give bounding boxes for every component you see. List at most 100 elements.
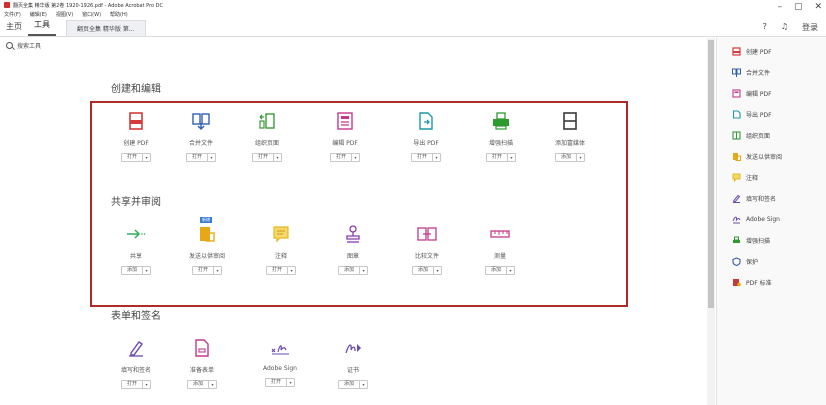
chevron-down-icon[interactable]: ▾ — [352, 154, 359, 161]
open-button[interactable]: 打开 ▾ — [329, 153, 360, 162]
panel-item-create-pdf[interactable]: 创建 PDF — [732, 46, 772, 56]
tool-label: 注释 — [274, 253, 287, 260]
chevron-down-icon[interactable]: ▾ — [143, 267, 150, 274]
add-button-label[interactable]: 添加 — [556, 154, 577, 161]
add-button[interactable]: 添加 ▾ — [337, 266, 368, 275]
open-button-label[interactable]: 打开 — [266, 379, 287, 386]
chevron-down-icon[interactable]: ▾ — [209, 381, 216, 388]
panel-item-protect[interactable]: 保护 — [732, 256, 758, 266]
add-button-label[interactable]: 添加 — [122, 267, 143, 274]
menu-window[interactable]: 窗口(W) — [82, 11, 101, 18]
panel-item-pdf-standards[interactable]: PDF 标准 — [732, 277, 772, 287]
tool-send-review[interactable]: 新增 发送以供审阅 打开 ▾ — [177, 217, 237, 275]
tool-search[interactable]: 搜索工具 — [6, 41, 41, 50]
tab-home[interactable]: 主页 — [0, 21, 28, 36]
open-button-label[interactable]: 打开 — [187, 154, 208, 161]
tool-prepare-form[interactable]: 准备表单 添加 ▾ — [172, 337, 232, 389]
menu-edit[interactable]: 编辑(E) — [30, 11, 47, 18]
tool-measure[interactable]: 测量 添加 ▾ — [470, 223, 530, 275]
chevron-down-icon[interactable]: ▾ — [288, 267, 295, 274]
add-button-label[interactable]: 添加 — [339, 381, 360, 388]
add-button[interactable]: 添加 ▾ — [337, 380, 368, 389]
tool-certificates[interactable]: 证书 添加 ▾ — [323, 337, 383, 389]
panel-item-comment[interactable]: 注释 — [732, 172, 758, 182]
chevron-down-icon[interactable]: ▾ — [287, 379, 294, 386]
tab-tools[interactable]: 工具 — [28, 19, 56, 36]
menu-file[interactable]: 文件(F) — [4, 11, 21, 18]
notification-icon[interactable]: ♫ — [781, 22, 788, 33]
open-button-label[interactable]: 打开 — [267, 267, 288, 274]
open-button[interactable]: 打开 ▾ — [485, 153, 516, 162]
tool-label: 共享 — [129, 253, 142, 260]
chevron-down-icon[interactable]: ▾ — [143, 381, 150, 388]
panel-item-adobe-sign[interactable]: Adobe Sign — [732, 214, 780, 224]
chevron-down-icon[interactable]: ▾ — [208, 154, 215, 161]
tool-create-pdf[interactable]: 创建 PDF 打开 ▾ — [106, 110, 166, 162]
panel-item-edit-pdf[interactable]: 编辑 PDF — [732, 88, 772, 98]
chevron-down-icon[interactable]: ▾ — [360, 267, 367, 274]
chevron-down-icon[interactable]: ▾ — [360, 381, 367, 388]
add-button[interactable]: 添加 ▾ — [186, 380, 217, 389]
panel-item-label: 合并文件 — [746, 69, 771, 77]
add-button-label[interactable]: 添加 — [486, 267, 507, 274]
open-button[interactable]: 打开 ▾ — [264, 378, 295, 387]
open-button-label[interactable]: 打开 — [331, 154, 352, 161]
vertical-scrollbar[interactable] — [707, 38, 715, 405]
panel-item-combine-files[interactable]: 合并文件 — [732, 67, 770, 77]
open-button[interactable]: 打开 ▾ — [191, 266, 222, 275]
add-button[interactable]: 添加 ▾ — [554, 153, 585, 162]
tab-document[interactable]: 翻页全集 精华版 第... — [66, 20, 146, 36]
tool-share[interactable]: 共享 添加 ▾ — [106, 223, 166, 275]
add-button-label[interactable]: 添加 — [339, 267, 360, 274]
chevron-down-icon[interactable]: ▾ — [274, 154, 281, 161]
panel-item-label: 导出 PDF — [746, 111, 772, 119]
tool-export-pdf[interactable]: 导出 PDF 打开 ▾ — [396, 110, 456, 162]
open-button[interactable]: 打开 ▾ — [120, 153, 151, 162]
tool-adobe-sign[interactable]: Adobe Sign 打开 ▾ — [250, 337, 310, 387]
tool-enhance-scans[interactable]: 增强扫描 打开 ▾ — [471, 110, 531, 162]
tool-comment[interactable]: 注释 打开 ▾ — [251, 223, 311, 275]
open-button-label[interactable]: 打开 — [193, 267, 214, 274]
open-button[interactable]: 打开 ▾ — [251, 153, 282, 162]
tool-rich-media[interactable]: 添加富媒体 添加 ▾ — [540, 110, 600, 162]
add-button[interactable]: 添加 ▾ — [120, 266, 151, 275]
open-button[interactable]: 打开 ▾ — [185, 153, 216, 162]
tool-compare-files[interactable]: 比较文件 添加 ▾ — [397, 223, 457, 275]
panel-item-export-pdf[interactable]: 导出 PDF — [732, 109, 772, 119]
open-button-label[interactable]: 打开 — [412, 154, 433, 161]
add-button[interactable]: 添加 ▾ — [484, 266, 515, 275]
signin-link[interactable]: 登录 — [802, 22, 818, 33]
help-icon[interactable]: ? — [763, 22, 767, 33]
tool-label: 图章 — [346, 253, 359, 260]
tool-label: 创建 PDF — [123, 140, 149, 147]
menu-help[interactable]: 帮助(H) — [110, 11, 128, 18]
menu-view[interactable]: 视图(V) — [56, 11, 73, 18]
tool-organize-pages[interactable]: 组织页面 打开 ▾ — [237, 110, 297, 162]
open-button[interactable]: 打开 ▾ — [265, 266, 296, 275]
chevron-down-icon[interactable]: ▾ — [434, 267, 441, 274]
add-button[interactable]: 添加 ▾ — [411, 266, 442, 275]
panel-item-send-review[interactable]: 发送以供审阅 — [732, 151, 782, 161]
chevron-down-icon[interactable]: ▾ — [214, 267, 221, 274]
panel-item-fill-sign[interactable]: 填写和签名 — [732, 193, 776, 203]
open-button-label[interactable]: 打开 — [122, 381, 143, 388]
chevron-down-icon[interactable]: ▾ — [507, 267, 514, 274]
chevron-down-icon[interactable]: ▾ — [577, 154, 584, 161]
add-button-label[interactable]: 添加 — [188, 381, 209, 388]
open-button-label[interactable]: 打开 — [487, 154, 508, 161]
tool-edit-pdf[interactable]: 编辑 PDF 打开 ▾ — [315, 110, 375, 162]
open-button[interactable]: 打开 ▾ — [410, 153, 441, 162]
scrollbar-thumb[interactable] — [708, 40, 714, 308]
chevron-down-icon[interactable]: ▾ — [143, 154, 150, 161]
panel-item-organize-pages[interactable]: 组织页面 — [732, 130, 770, 140]
chevron-down-icon[interactable]: ▾ — [508, 154, 515, 161]
open-button[interactable]: 打开 ▾ — [120, 380, 151, 389]
panel-item-enhance-scans[interactable]: 增强扫描 — [732, 235, 770, 245]
tool-stamp[interactable]: 图章 添加 ▾ — [323, 223, 383, 275]
tool-fill-sign[interactable]: 填写和签名 打开 ▾ — [106, 337, 166, 389]
chevron-down-icon[interactable]: ▾ — [433, 154, 440, 161]
add-button-label[interactable]: 添加 — [413, 267, 434, 274]
tool-combine-files[interactable]: 合并文件 打开 ▾ — [171, 110, 231, 162]
open-button-label[interactable]: 打开 — [122, 154, 143, 161]
open-button-label[interactable]: 打开 — [253, 154, 274, 161]
